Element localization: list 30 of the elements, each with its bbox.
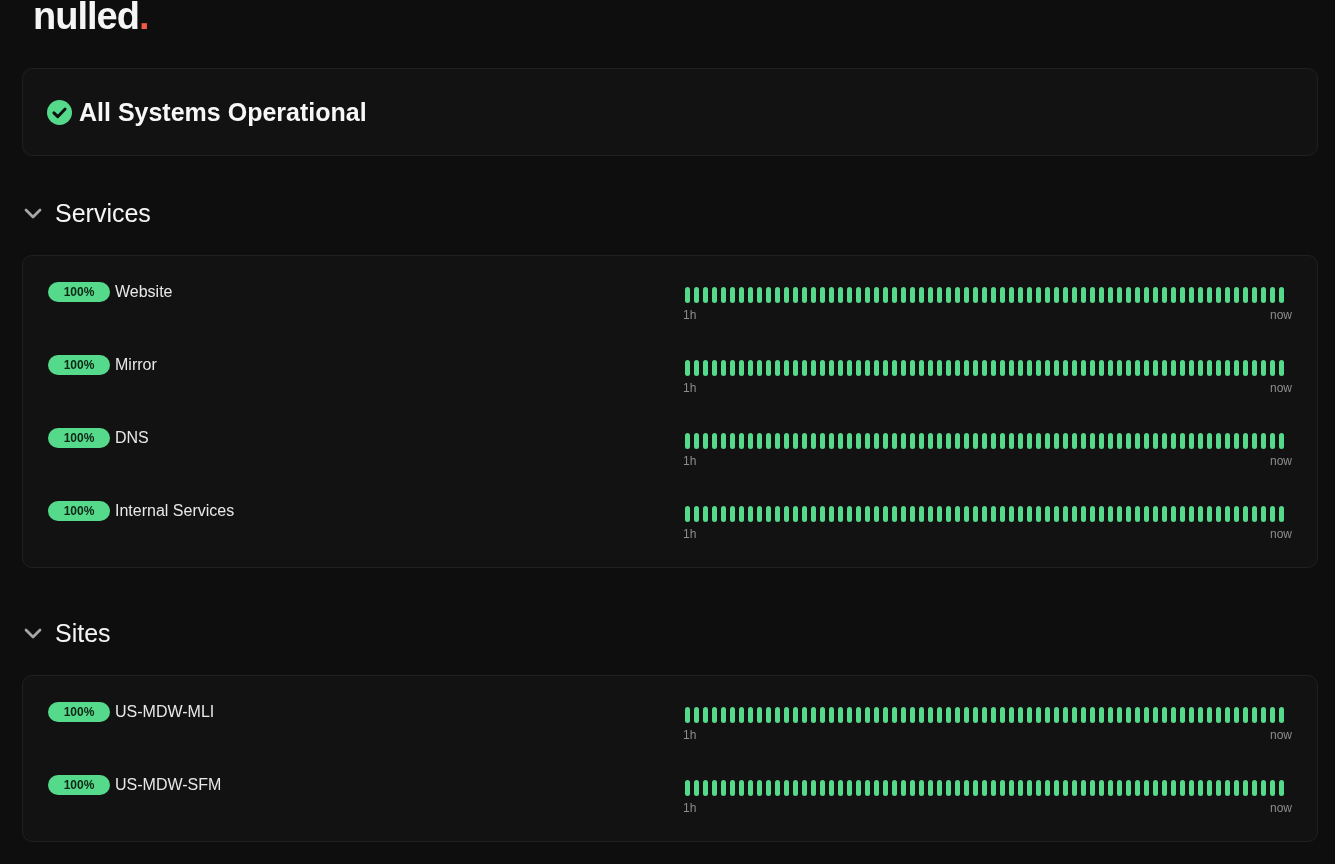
monitor-name: US-MDW-MLI <box>115 702 215 722</box>
range-end-label: now <box>1270 454 1292 468</box>
monitor-name: Mirror <box>115 355 157 375</box>
monitor-name: US-MDW-SFM <box>115 775 222 795</box>
range-end-label: now <box>1270 801 1292 815</box>
uptime-badge: 100% <box>48 702 110 722</box>
monitor-name: Internal Services <box>115 501 235 521</box>
range-start-label: 1h <box>683 454 697 468</box>
status-title: All Systems Operational <box>79 97 367 128</box>
range-start-label: 1h <box>683 728 697 742</box>
monitor-name: Website <box>115 282 173 302</box>
range-end-label: now <box>1270 308 1292 322</box>
range-start-label: 1h <box>683 381 697 395</box>
range-end-label: now <box>1270 527 1292 541</box>
range-start-label: 1h <box>683 527 697 541</box>
range-end-label: now <box>1270 728 1292 742</box>
range-end-label: now <box>1270 381 1292 395</box>
range-start-label: 1h <box>683 801 697 815</box>
range-start-label: 1h <box>683 308 697 322</box>
uptime-badge: 100% <box>48 355 110 375</box>
uptime-badge: 100% <box>48 775 110 795</box>
uptime-badge: 100% <box>48 501 110 521</box>
chevron-down-icon[interactable] <box>24 627 42 639</box>
section-title: Sites <box>55 618 111 648</box>
chevron-down-icon[interactable] <box>24 207 42 219</box>
uptime-badge: 100% <box>48 428 110 448</box>
brand-logo[interactable]: nulled. <box>33 0 149 32</box>
uptime-badge: 100% <box>48 282 110 302</box>
monitor-name: DNS <box>115 428 149 448</box>
section-title: Services <box>55 198 151 228</box>
